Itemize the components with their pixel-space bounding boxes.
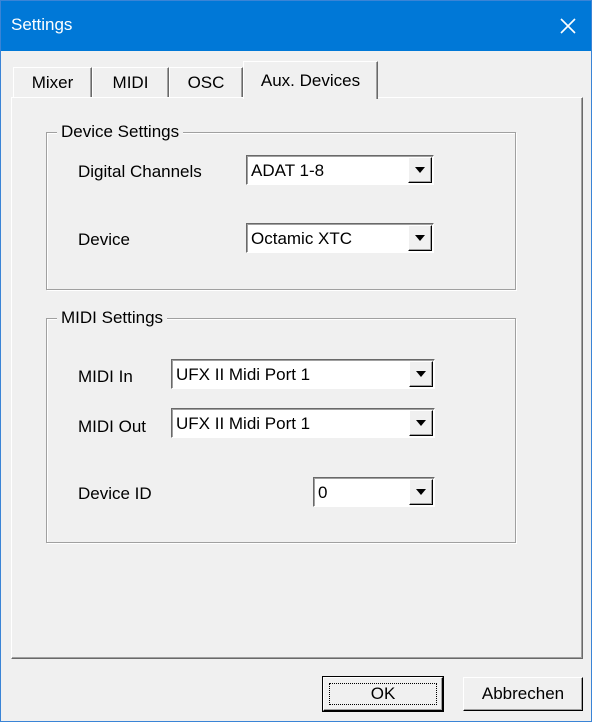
tab-label: Mixer [31,72,74,92]
chevron-down-icon [416,371,426,377]
dropdown-button[interactable] [408,157,432,183]
combo-value: ADAT 1-8 [251,161,325,180]
chevron-down-icon [416,420,426,426]
close-icon [560,18,576,34]
tab-label: MIDI [112,72,149,92]
chevron-down-icon [415,167,425,173]
digital-channels-select[interactable]: ADAT 1-8 [246,155,434,185]
group-title: MIDI Settings [57,308,168,328]
tab-aux-devices[interactable]: Aux. Devices [243,61,378,99]
focus-rect [329,683,437,705]
device-id-label: Device ID [78,484,152,503]
window-title: Settings [11,15,73,34]
ok-button[interactable]: OK [322,676,444,712]
dropdown-button[interactable] [409,361,433,387]
digital-channels-label: Digital Channels [78,162,202,181]
dropdown-button[interactable] [409,479,433,505]
device-label: Device [78,230,130,249]
tab-osc[interactable]: OSC [169,67,243,97]
chevron-down-icon [415,235,425,241]
group-title: Device Settings [57,122,184,142]
dropdown-button[interactable] [409,410,433,436]
tab-label: OSC [187,72,225,92]
midi-in-select[interactable]: UFX II Midi Port 1 [171,359,435,389]
combo-value: 0 [318,483,328,502]
tab-panel-aux-devices: Device Settings Digital Channels ADAT 1-… [11,97,583,659]
device-select[interactable]: Octamic XTC [246,223,434,253]
midi-out-select[interactable]: UFX II Midi Port 1 [171,408,435,438]
tab-mixer[interactable]: Mixer [13,67,92,97]
combo-value: UFX II Midi Port 1 [176,414,311,433]
title-bar[interactable]: Settings [1,1,591,51]
chevron-down-icon [416,489,426,495]
midi-out-label: MIDI Out [78,417,147,436]
settings-dialog: Settings Mixer MIDI OSC Aux. Devices Dev… [0,0,592,722]
midi-in-label: MIDI In [78,367,133,386]
cancel-label: Abbrechen [481,684,565,703]
close-button[interactable] [545,1,591,51]
midi-settings-group: MIDI Settings MIDI In UFX II Midi Port 1… [46,308,516,543]
cancel-button[interactable]: Abbrechen [463,677,583,711]
combo-value: UFX II Midi Port 1 [176,365,311,384]
device-settings-group: Device Settings Digital Channels ADAT 1-… [46,122,516,290]
dropdown-button[interactable] [408,225,432,251]
combo-value: Octamic XTC [251,229,353,248]
tab-label: Aux. Devices [260,70,361,90]
device-id-select[interactable]: 0 [313,477,435,507]
tab-midi[interactable]: MIDI [92,67,169,97]
